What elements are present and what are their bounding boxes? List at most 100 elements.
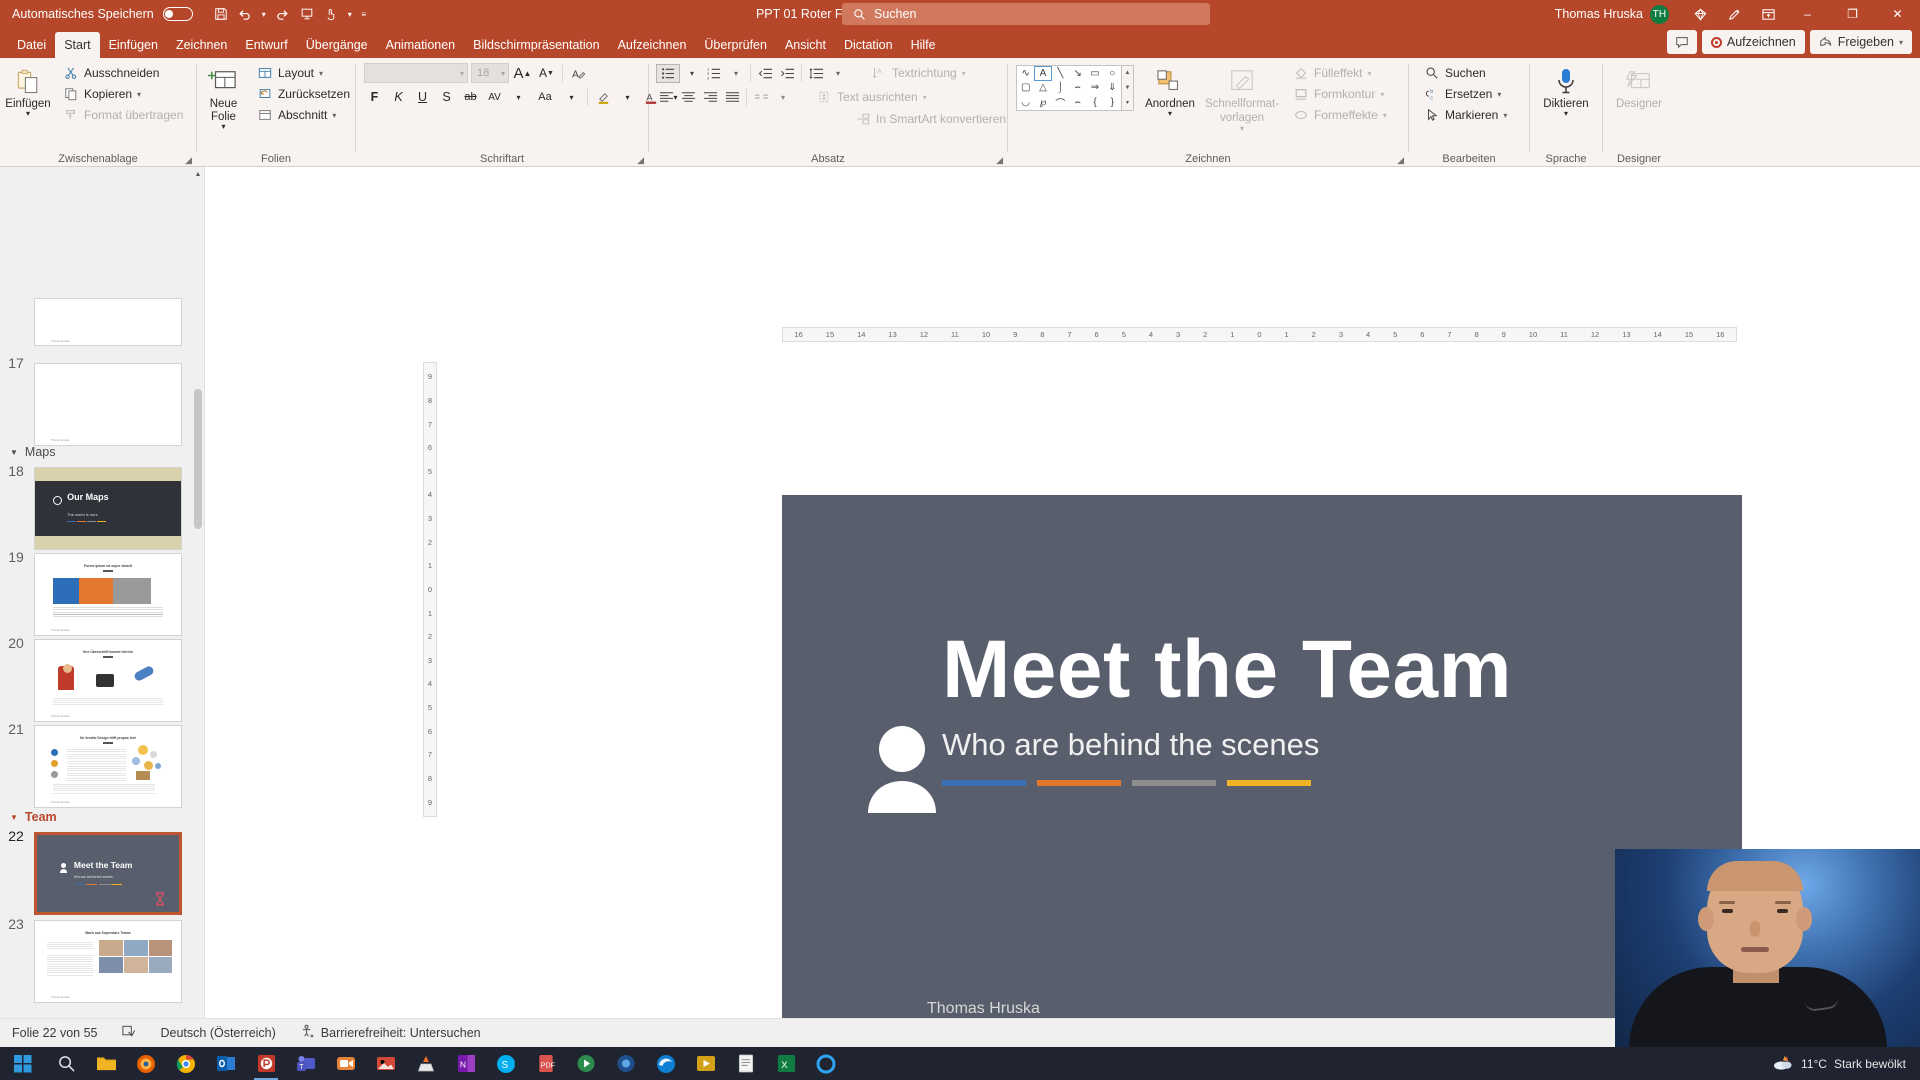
shape-pie-icon[interactable]: ◡ [1017, 95, 1034, 110]
shapes-gallery[interactable]: ∿ A ╲ ↘ ▭ ○ ▢ △ ⌡ ⌢ ⇒ ⇓ ◡ ℘ ⌒ ⌢ {} [1016, 65, 1122, 111]
shadow-button[interactable]: S [436, 87, 457, 107]
collapse-triangle-icon[interactable]: ▼ [10, 448, 18, 457]
taskbar-file-explorer-icon[interactable] [86, 1047, 126, 1080]
numbering-dropdown-icon[interactable]: ▾ [726, 64, 746, 83]
layout-button[interactable]: Layout ▾ [252, 63, 355, 83]
line-spacing-dropdown-icon[interactable]: ▾ [828, 64, 848, 83]
numbering-button[interactable]: 123 [704, 64, 724, 83]
decrease-font-size-icon[interactable]: A ▼ [536, 63, 557, 83]
font-dialog-launcher-icon[interactable]: ◢ [637, 155, 644, 166]
shape-triangle-icon[interactable]: △ [1034, 81, 1051, 96]
change-case-dropdown-icon[interactable]: ▾ [561, 87, 582, 107]
new-slide-dropdown-icon[interactable]: ▾ [221, 122, 225, 131]
bullets-dropdown-icon[interactable]: ▾ [682, 64, 702, 83]
copy-dropdown-icon[interactable]: ▾ [137, 90, 141, 99]
slide-title[interactable]: Meet the Team [942, 623, 1512, 717]
shape-elbow2-icon[interactable]: ⌢ [1069, 81, 1086, 96]
replace-button[interactable]: bc Ersetzen ▾ [1419, 84, 1512, 104]
slide-subtitle[interactable]: Who are behind the scenes [942, 727, 1319, 763]
scrollbar-thumb[interactable] [194, 389, 202, 529]
underline-button[interactable]: U [412, 87, 433, 107]
increase-indent-button[interactable] [777, 64, 797, 83]
paste-dropdown-icon[interactable]: ▾ [26, 109, 30, 118]
record-button[interactable]: Aufzeichnen [1701, 30, 1805, 54]
redo-icon[interactable] [272, 3, 294, 25]
arrange-dropdown-icon[interactable]: ▾ [1168, 109, 1172, 118]
touch-mode-icon[interactable] [320, 3, 342, 25]
start-button[interactable] [0, 1047, 46, 1080]
comments-icon[interactable] [1666, 30, 1697, 54]
paste-button[interactable]: Einfügen ▾ [0, 63, 56, 118]
taskbar-camtasia-icon[interactable] [566, 1047, 606, 1080]
replace-dropdown-icon[interactable]: ▾ [1497, 90, 1501, 99]
gallery-scroll-up-icon[interactable]: ▲ [1122, 66, 1133, 81]
character-spacing-button[interactable]: AV [484, 87, 505, 107]
tab-ueberpruefen[interactable]: Überprüfen [695, 32, 776, 58]
pen-sparkle-icon[interactable] [1717, 0, 1751, 28]
columns-dropdown-icon[interactable]: ▾ [773, 88, 793, 107]
shape-elbow-icon[interactable]: ⌡ [1052, 81, 1069, 96]
taskbar-cortana-icon[interactable] [806, 1047, 846, 1080]
shape-rectangle-icon[interactable]: ▭ [1086, 66, 1103, 81]
select-dropdown-icon[interactable]: ▾ [1503, 111, 1507, 120]
clipboard-dialog-launcher-icon[interactable]: ◢ [185, 155, 192, 166]
line-spacing-button[interactable] [806, 64, 826, 83]
justify-button[interactable] [722, 88, 742, 107]
shape-arc-icon[interactable]: ⌒ [1052, 95, 1069, 110]
weather-widget[interactable]: 11°C Stark bewölkt [1772, 1053, 1906, 1074]
tab-zeichnen[interactable]: Zeichnen [167, 32, 236, 58]
taskbar-teams-icon[interactable]: T [286, 1047, 326, 1080]
font-name-combobox[interactable]: ▾ [364, 63, 468, 83]
slide-thumbnail-bubbles[interactable]: Ihr kreativ Design trifft propos text Th… [34, 725, 182, 808]
search-box[interactable]: Suchen [842, 3, 1210, 25]
columns-button[interactable] [751, 88, 771, 107]
slide-thumbnail[interactable]: Thomas Hruska [34, 298, 182, 346]
tab-ansicht[interactable]: Ansicht [776, 32, 835, 58]
gallery-more-icon[interactable]: ▾ [1122, 95, 1133, 110]
taskbar-onenote-icon[interactable]: N [446, 1047, 486, 1080]
bullets-button[interactable] [656, 63, 680, 83]
taskbar-vlc-icon[interactable] [406, 1047, 446, 1080]
clear-formatting-icon[interactable]: A [568, 63, 589, 83]
section-header-team[interactable]: ▼ Team [10, 810, 57, 824]
diamond-icon[interactable] [1683, 0, 1717, 28]
taskbar-zoom-icon[interactable] [326, 1047, 366, 1080]
taskbar-excel-icon[interactable]: X [766, 1047, 806, 1080]
tab-dictation[interactable]: Dictation [835, 32, 902, 58]
taskbar-firefox-icon[interactable] [126, 1047, 166, 1080]
slide-thumbnail-chevrons[interactable]: Porem Ipsum ist super dolorit Thomas Hru… [34, 553, 182, 636]
shape-line-icon[interactable]: ╲ [1052, 66, 1069, 81]
slide-thumbnail-meet-team[interactable]: Meet the Team Who are behind the scenes [34, 832, 182, 915]
scroll-up-icon[interactable]: ▲ [192, 167, 204, 182]
close-button[interactable]: ✕ [1875, 0, 1920, 28]
shape-down-arrow-icon[interactable]: ⇓ [1104, 81, 1121, 96]
font-name-dropdown-icon[interactable]: ▾ [460, 69, 464, 78]
align-right-button[interactable] [700, 88, 720, 107]
shape-oval-icon[interactable]: ○ [1104, 66, 1121, 81]
align-center-button[interactable] [678, 88, 698, 107]
slide-thumbnail-people[interactable]: Ihre Überschrift kommt hierhin Thomas Hr… [34, 639, 182, 722]
save-icon[interactable] [210, 3, 232, 25]
change-case-button[interactable]: Aa [532, 87, 558, 107]
taskbar-powerpoint-icon[interactable] [246, 1047, 286, 1080]
font-size-dropdown-icon[interactable]: ▾ [501, 69, 505, 78]
text-highlight-icon[interactable] [593, 87, 614, 107]
taskbar-blue-app-icon[interactable] [606, 1047, 646, 1080]
touch-dropdown-icon[interactable]: ▾ [344, 3, 356, 25]
taskbar-pdf-icon[interactable]: PDF [526, 1047, 566, 1080]
share-dropdown-icon[interactable]: ▾ [1899, 38, 1903, 47]
tab-aufzeichnen[interactable]: Aufzeichnen [609, 32, 696, 58]
find-button[interactable]: Suchen [1419, 63, 1512, 83]
slide-counter[interactable]: Folie 22 von 55 [0, 1019, 109, 1048]
autosave-toggle[interactable] [162, 7, 193, 21]
drawing-dialog-launcher-icon[interactable]: ◢ [1397, 155, 1404, 166]
shape-right-brace-icon[interactable]: } [1104, 95, 1121, 110]
italic-button[interactable]: K [388, 87, 409, 107]
new-slide-button[interactable]: Neue Folie ▾ [197, 63, 250, 132]
slide-footer[interactable]: Thomas Hruska [927, 1000, 1040, 1018]
shape-curve-icon[interactable]: ⌢ [1069, 95, 1086, 110]
minimize-button[interactable]: – [1785, 0, 1830, 28]
tab-einfuegen[interactable]: Einfügen [100, 32, 167, 58]
decrease-indent-button[interactable] [755, 64, 775, 83]
dictate-dropdown-icon[interactable]: ▾ [1564, 109, 1568, 118]
